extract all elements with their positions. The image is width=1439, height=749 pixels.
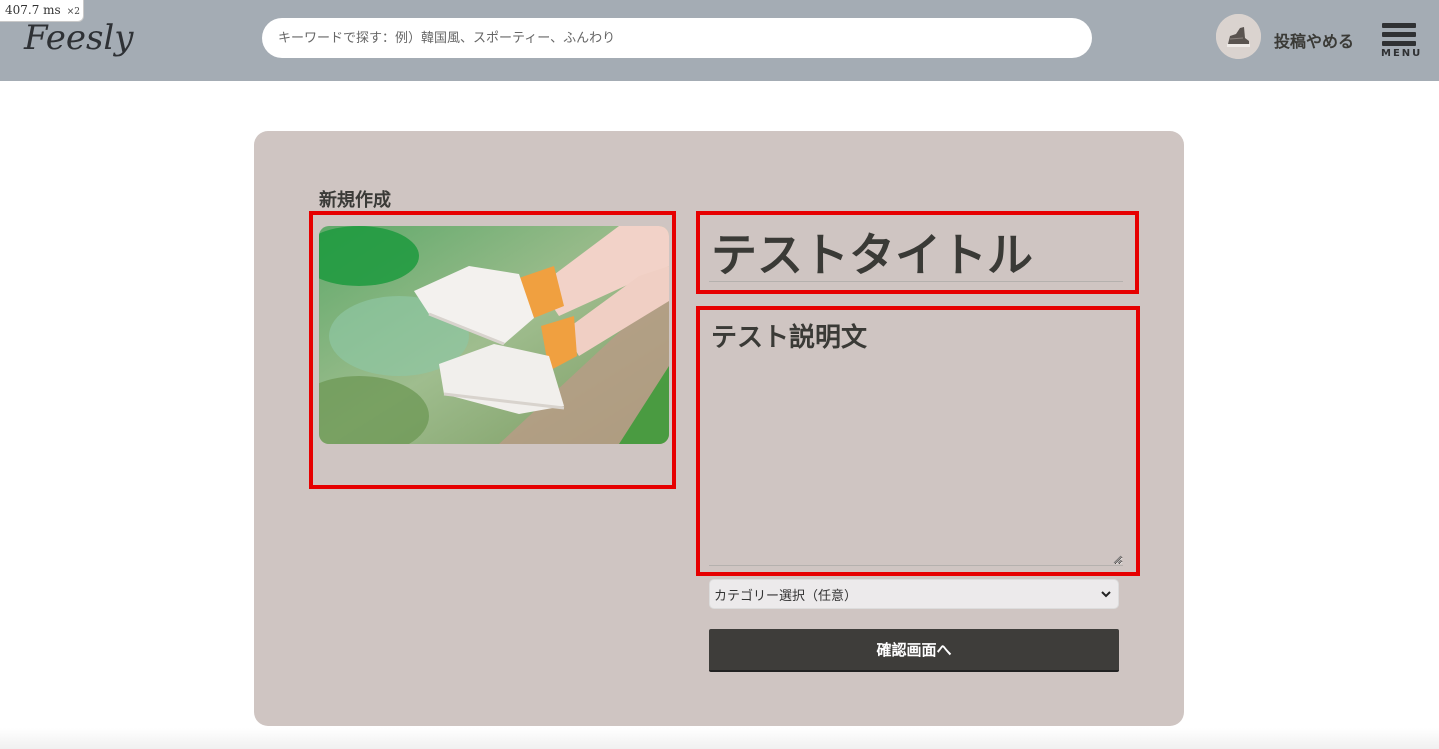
page-bottom-fade [0,728,1439,749]
chevron-down-icon [1101,591,1111,598]
category-select[interactable]: カテゴリー選択（任意） [709,579,1119,609]
resize-grip-icon[interactable] [1112,554,1122,564]
uploaded-image-preview[interactable] [319,226,669,444]
search-input[interactable] [262,18,1092,58]
sneaker-avatar-icon [1216,14,1261,59]
perf-badge: 407.7 ms ×2 [0,0,84,22]
menu-button[interactable]: MENU [1380,23,1420,61]
menu-label: MENU [1381,48,1423,59]
site-logo[interactable]: Feesly [24,18,134,58]
form-heading: 新規作成 [319,190,391,211]
hamburger-icon [1382,23,1416,28]
description-textarea[interactable]: テスト説明文 [709,317,1123,566]
confirm-button[interactable]: 確認画面へ [709,629,1119,672]
title-input[interactable] [709,222,1123,282]
user-avatar[interactable] [1216,14,1261,59]
category-selected-value: カテゴリー選択（任意） [714,588,858,604]
site-header: Feesly 投稿やめる MENU [0,0,1439,81]
sneakers-photo [319,226,669,444]
hamburger-icon-bar [1382,41,1416,46]
perf-multiplier: ×2 [66,7,80,17]
perf-time: 407.7 ms [5,3,61,17]
quit-posting-link[interactable]: 投稿やめる [1274,28,1354,52]
hamburger-icon-bar [1382,32,1416,37]
